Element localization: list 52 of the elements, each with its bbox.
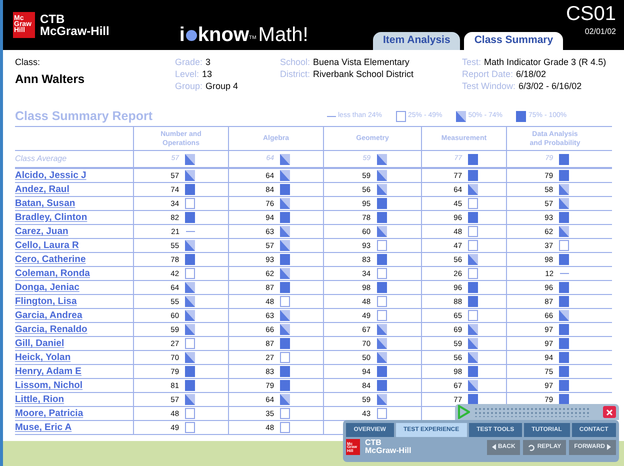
student-name-link[interactable]: Coleman, Ronda xyxy=(15,267,133,280)
student-name-link[interactable]: Gill, Daniel xyxy=(15,337,133,350)
student-name-link[interactable]: Flington, Lisa xyxy=(15,295,133,308)
logo-name: CTB McGraw-Hill xyxy=(365,439,412,455)
field-value: Group 4 xyxy=(206,80,238,92)
report-date: 02/01/02 xyxy=(584,26,616,38)
field-label: Test: xyxy=(462,56,482,68)
student-name-link[interactable]: Cero, Catherine xyxy=(15,253,133,266)
field-label: Group: xyxy=(175,80,203,92)
field-value: 6/18/02 xyxy=(516,68,546,80)
report-code: CS01 xyxy=(566,2,616,26)
left-arrow-icon xyxy=(492,444,496,450)
student-name-link[interactable]: Donga, Jeniac xyxy=(15,281,133,294)
student-name-link[interactable]: Lissom, Nichol xyxy=(15,379,133,392)
report-tab[interactable]: Item Analysis xyxy=(373,32,460,50)
average-label: Class Average xyxy=(15,153,68,165)
logo-name: CTB McGraw-Hill xyxy=(40,13,110,37)
student-name-link[interactable]: Andez, Raul xyxy=(15,183,133,196)
class-name: Ann Walters xyxy=(15,70,86,88)
progress-track[interactable] xyxy=(474,407,589,417)
field-value: Math Indicator Grade 3 (R 4.5) xyxy=(484,56,606,68)
student-name-link[interactable]: Henry, Adam E xyxy=(15,365,133,378)
close-button[interactable] xyxy=(603,406,616,418)
student-name-link[interactable]: Little, Rion xyxy=(15,393,133,406)
field-label: School: xyxy=(280,56,310,68)
field-label: Grade: xyxy=(175,56,203,68)
student-name-link[interactable]: Batan, Susan xyxy=(15,197,133,210)
field-value: 3 xyxy=(206,56,211,68)
student-name-link[interactable]: Heick, Yolan xyxy=(15,351,133,364)
student-name-link[interactable]: Moore, Patricia xyxy=(15,407,133,420)
play-icon[interactable] xyxy=(458,405,470,419)
field-label: Level: xyxy=(175,68,200,80)
student-name-link[interactable]: Cello, Laura R xyxy=(15,239,133,252)
class-label: Class: xyxy=(15,56,42,69)
close-icon xyxy=(606,408,613,416)
report-title: Class Summary Report xyxy=(15,108,154,125)
field-value: Riverbank School District xyxy=(313,68,414,80)
field-value: 6/3/02 - 6/16/02 xyxy=(518,80,582,92)
student-name-link[interactable]: Muse, Eric A xyxy=(15,421,133,434)
replay-icon xyxy=(528,444,536,450)
student-name-link[interactable]: Bradley, Clinton xyxy=(15,211,133,224)
student-name-link[interactable]: Garcia, Andrea xyxy=(15,309,133,322)
field-value: 13 xyxy=(202,68,212,80)
field-label: District: xyxy=(280,68,310,80)
field-label: Test Window: xyxy=(462,80,516,92)
student-name-link[interactable]: Garcia, Renaldo xyxy=(15,323,133,336)
field-label: Report Date: xyxy=(462,68,514,80)
right-arrow-icon xyxy=(607,444,611,450)
field-value: Buena Vista Elementary xyxy=(313,56,410,68)
student-name-link[interactable]: Alcido, Jessic J xyxy=(15,169,133,182)
student-name-link[interactable]: Carez, Juan xyxy=(15,225,133,238)
report-tab[interactable]: Class Summary xyxy=(464,32,564,50)
